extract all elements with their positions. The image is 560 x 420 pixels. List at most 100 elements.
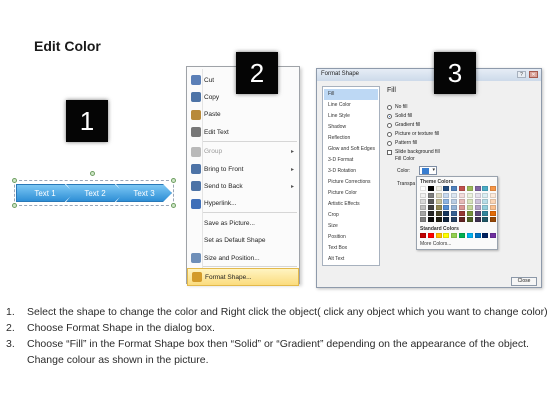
- theme-color-swatch[interactable]: [443, 186, 450, 191]
- menu-item-set-as-default-shape[interactable]: Set as Default Shape: [187, 232, 299, 250]
- nav-item-fill[interactable]: Fill: [324, 89, 378, 100]
- nav-item-artistic-effects[interactable]: Artistic Effects: [324, 199, 378, 210]
- theme-tint-swatch[interactable]: [443, 205, 450, 210]
- theme-tint-swatch[interactable]: [459, 199, 465, 204]
- theme-color-swatch[interactable]: [466, 186, 473, 191]
- slide-background-checkbox[interactable]: Slide background fill: [387, 148, 440, 156]
- nav-item-shadow[interactable]: Shadow: [324, 122, 378, 133]
- nav-item-picture-corrections[interactable]: Picture Corrections: [324, 177, 378, 188]
- theme-tint-swatch[interactable]: [459, 193, 465, 198]
- theme-tint-swatch[interactable]: [427, 205, 434, 210]
- nav-item-line-color[interactable]: Line Color: [324, 100, 378, 111]
- menu-item-hyperlink[interactable]: Hyperlink...: [187, 195, 299, 213]
- nav-item-text-box[interactable]: Text Box: [324, 243, 378, 254]
- more-colors-link[interactable]: More Colors...: [420, 241, 451, 247]
- menu-item-send-to-back[interactable]: Send to Back ▸: [187, 177, 299, 195]
- rotate-handle[interactable]: [90, 171, 95, 176]
- theme-tint-swatch[interactable]: [482, 193, 489, 198]
- fill-option-no-fill[interactable]: No fill: [387, 103, 408, 111]
- fill-option-pattern-fill[interactable]: Pattern fill: [387, 139, 417, 147]
- nav-item-picture-color[interactable]: Picture Color: [324, 188, 378, 199]
- theme-tint-swatch[interactable]: [466, 217, 473, 222]
- help-button[interactable]: ?: [517, 71, 526, 78]
- theme-tint-swatch[interactable]: [466, 211, 473, 216]
- theme-tint-swatch[interactable]: [451, 205, 458, 210]
- theme-tint-swatch[interactable]: [435, 211, 442, 216]
- theme-tint-swatch[interactable]: [459, 211, 465, 216]
- standard-color-swatch[interactable]: [482, 233, 489, 238]
- theme-tint-swatch[interactable]: [490, 199, 497, 204]
- theme-tint-swatch[interactable]: [427, 193, 434, 198]
- theme-tint-swatch[interactable]: [435, 205, 442, 210]
- close-icon[interactable]: ✕: [529, 71, 538, 78]
- theme-tint-swatch[interactable]: [451, 211, 458, 216]
- theme-tint-swatch[interactable]: [490, 193, 497, 198]
- fill-option-gradient-fill[interactable]: Gradient fill: [387, 121, 420, 129]
- theme-color-swatch[interactable]: [435, 186, 442, 191]
- selected-chevron-shape[interactable]: Text 1 Text 2 Text 3: [12, 170, 176, 214]
- standard-color-swatch[interactable]: [451, 233, 458, 238]
- theme-tint-swatch[interactable]: [490, 211, 497, 216]
- theme-color-swatch[interactable]: [427, 186, 434, 191]
- theme-tint-swatch[interactable]: [490, 217, 497, 222]
- standard-color-swatch[interactable]: [427, 233, 434, 238]
- theme-tint-swatch[interactable]: [420, 199, 426, 204]
- theme-tint-swatch[interactable]: [482, 199, 489, 204]
- theme-tint-swatch[interactable]: [451, 199, 458, 204]
- nav-item-alt-text[interactable]: Alt Text: [324, 254, 378, 265]
- nav-item-position[interactable]: Position: [324, 232, 378, 243]
- theme-tint-swatch[interactable]: [466, 193, 473, 198]
- theme-tint-swatch[interactable]: [427, 217, 434, 222]
- theme-color-swatch[interactable]: [459, 186, 465, 191]
- resize-handle[interactable]: [12, 203, 17, 208]
- theme-tint-swatch[interactable]: [482, 211, 489, 216]
- fill-option-picture-or-texture-fill[interactable]: Picture or texture fill: [387, 130, 439, 138]
- menu-item-edit-text[interactable]: Edit Text: [187, 123, 299, 141]
- theme-tint-swatch[interactable]: [443, 211, 450, 216]
- theme-tint-swatch[interactable]: [474, 199, 481, 204]
- theme-color-swatch[interactable]: [474, 186, 481, 191]
- standard-color-swatch[interactable]: [435, 233, 442, 238]
- theme-tint-swatch[interactable]: [435, 199, 442, 204]
- nav-item-glow-and-soft-edges[interactable]: Glow and Soft Edges: [324, 144, 378, 155]
- standard-color-swatch[interactable]: [459, 233, 465, 238]
- menu-item-format-shape[interactable]: Format Shape...: [187, 268, 299, 287]
- theme-tint-swatch[interactable]: [474, 193, 481, 198]
- standard-color-swatch[interactable]: [490, 233, 497, 238]
- theme-tint-swatch[interactable]: [420, 211, 426, 216]
- fill-option-solid-fill[interactable]: Solid fill: [387, 112, 412, 120]
- theme-tint-swatch[interactable]: [451, 217, 458, 222]
- theme-color-swatch[interactable]: [482, 186, 489, 191]
- menu-item-paste[interactable]: Paste: [187, 106, 299, 124]
- menu-item-bring-to-front[interactable]: Bring to Front ▸: [187, 160, 299, 178]
- theme-tint-swatch[interactable]: [466, 199, 473, 204]
- theme-tint-swatch[interactable]: [490, 205, 497, 210]
- nav-item-line-style[interactable]: Line Style: [324, 111, 378, 122]
- nav-item-reflection[interactable]: Reflection: [324, 133, 378, 144]
- nav-item-size[interactable]: Size: [324, 221, 378, 232]
- theme-tint-swatch[interactable]: [443, 217, 450, 222]
- theme-tint-swatch[interactable]: [420, 217, 426, 222]
- theme-tint-swatch[interactable]: [466, 205, 473, 210]
- menu-item-size-and-position[interactable]: Size and Position...: [187, 249, 299, 267]
- fill-color-button[interactable]: ▾: [419, 166, 437, 175]
- theme-tint-swatch[interactable]: [451, 193, 458, 198]
- standard-color-swatch[interactable]: [420, 233, 426, 238]
- theme-tint-swatch[interactable]: [427, 199, 434, 204]
- theme-tint-swatch[interactable]: [459, 217, 465, 222]
- theme-tint-swatch[interactable]: [474, 211, 481, 216]
- nav-item-crop[interactable]: Crop: [324, 210, 378, 221]
- theme-tint-swatch[interactable]: [482, 217, 489, 222]
- menu-item-save-as-picture[interactable]: Save as Picture...: [187, 214, 299, 232]
- standard-color-swatch[interactable]: [443, 233, 450, 238]
- theme-color-swatch[interactable]: [420, 186, 426, 191]
- theme-tint-swatch[interactable]: [427, 211, 434, 216]
- theme-color-swatch[interactable]: [451, 186, 458, 191]
- theme-tint-swatch[interactable]: [474, 205, 481, 210]
- resize-handle[interactable]: [171, 178, 176, 183]
- chevron-segment-1[interactable]: Text 1: [16, 184, 74, 202]
- theme-tint-swatch[interactable]: [443, 193, 450, 198]
- chevron-segment-3[interactable]: Text 3: [116, 184, 172, 202]
- theme-tint-swatch[interactable]: [443, 199, 450, 204]
- resize-handle[interactable]: [171, 203, 176, 208]
